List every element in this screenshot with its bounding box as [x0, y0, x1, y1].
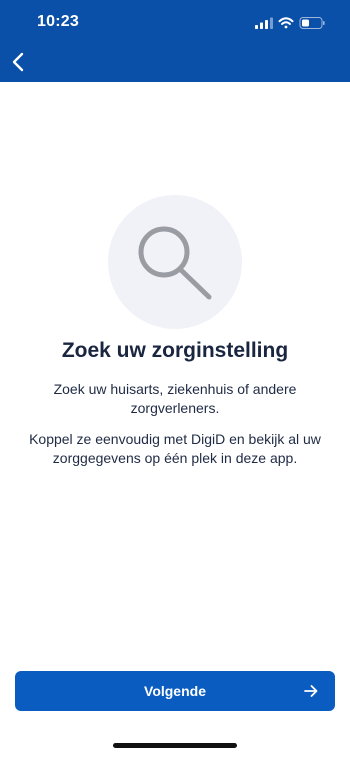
arrow-right-icon: [304, 685, 318, 697]
back-button[interactable]: [6, 49, 32, 75]
chevron-left-icon: [12, 52, 24, 72]
status-time: 10:23: [37, 13, 79, 30]
next-button-label: Volgende: [144, 683, 206, 699]
page-title: Zoek uw zorginstelling: [61, 339, 289, 362]
search-icon: [138, 226, 212, 300]
battery-icon: [299, 17, 325, 29]
description-text-secondary: Koppel ze eenvoudig met DigiD en bekijk …: [29, 431, 321, 466]
description-text: Zoek uw huisarts, ziekenhuis of andere z…: [53, 381, 297, 416]
home-indicator[interactable]: [113, 743, 237, 748]
wifi-icon: [278, 17, 294, 29]
status-icons: [255, 16, 327, 30]
status-bar: 10:23: [0, 0, 350, 44]
app-header: 10:23: [0, 0, 350, 82]
signal-icon: [255, 17, 273, 29]
next-button[interactable]: Volgende: [15, 671, 335, 711]
search-illustration: [108, 195, 242, 329]
